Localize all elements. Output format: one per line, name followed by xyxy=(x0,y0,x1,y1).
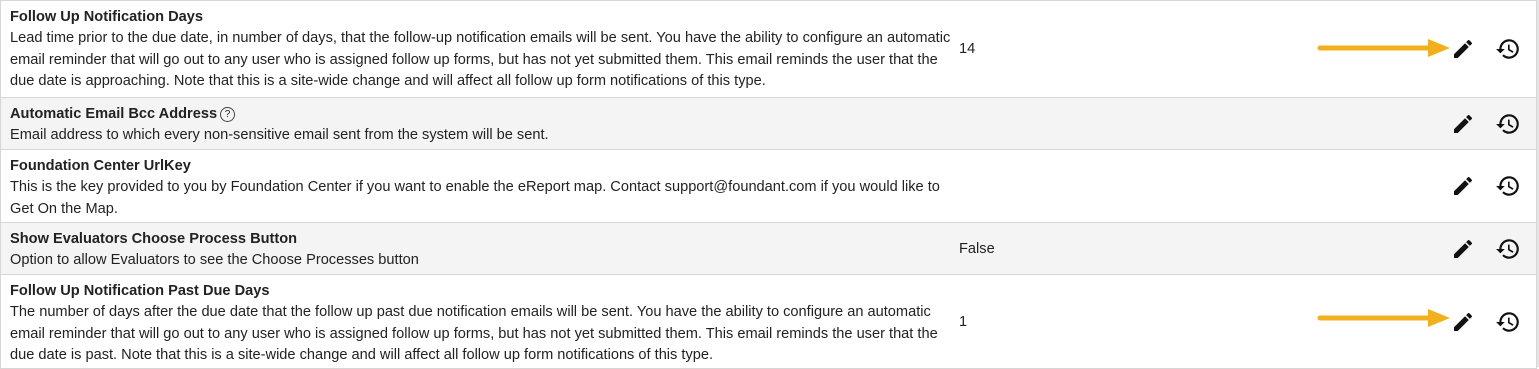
setting-row-foundation-center-urlkey: Foundation Center UrlKey This is the key… xyxy=(1,149,1536,222)
setting-description: The number of days after the due date th… xyxy=(10,304,938,363)
pencil-icon xyxy=(1454,39,1473,58)
pencil-icon xyxy=(1454,312,1473,331)
history-icon xyxy=(1496,39,1519,59)
history-icon xyxy=(1496,176,1519,196)
edit-button[interactable] xyxy=(1449,235,1477,263)
setting-title: Foundation Center UrlKey xyxy=(10,158,191,174)
history-button[interactable] xyxy=(1494,110,1522,138)
setting-row-show-evaluators-choose-process-button: Show Evaluators Choose Process Button Op… xyxy=(1,222,1536,274)
setting-description-cell: Foundation Center UrlKey This is the key… xyxy=(10,156,955,220)
setting-description-cell: Automatic Email Bcc Address ? Email addr… xyxy=(10,104,955,147)
history-icon xyxy=(1496,311,1519,332)
setting-description: Option to allow Evaluators to see the Ch… xyxy=(10,252,419,268)
edit-button[interactable] xyxy=(1449,308,1477,336)
setting-title: Follow Up Notification Days xyxy=(10,9,203,25)
pencil-icon xyxy=(1454,114,1473,133)
setting-value: 14 xyxy=(959,41,976,57)
setting-title: Follow Up Notification Past Due Days xyxy=(10,283,270,299)
setting-row-follow-up-notification-days: Follow Up Notification Days Lead time pr… xyxy=(1,0,1536,97)
setting-value: 1 xyxy=(959,313,968,330)
row-actions xyxy=(1449,35,1522,63)
setting-description-cell: Show Evaluators Choose Process Button Op… xyxy=(10,229,955,272)
row-actions xyxy=(1449,308,1522,336)
pencil-icon xyxy=(1454,239,1473,258)
setting-description: Email address to which every non-sensiti… xyxy=(10,127,549,143)
pencil-icon xyxy=(1454,176,1473,195)
history-icon xyxy=(1496,238,1519,259)
edit-button[interactable] xyxy=(1449,172,1477,200)
history-button[interactable] xyxy=(1494,172,1522,200)
setting-title: Automatic Email Bcc Address ? xyxy=(10,104,955,125)
help-circle-icon[interactable]: ? xyxy=(220,107,236,122)
row-actions xyxy=(1449,172,1522,200)
history-button[interactable] xyxy=(1494,308,1522,336)
setting-row-automatic-email-bcc-address: Automatic Email Bcc Address ? Email addr… xyxy=(1,97,1536,149)
setting-description-cell: Follow Up Notification Days Lead time pr… xyxy=(10,7,955,93)
settings-table: Follow Up Notification Days Lead time pr… xyxy=(0,0,1537,369)
setting-value: False xyxy=(959,240,995,257)
row-actions xyxy=(1449,235,1522,263)
setting-title: Show Evaluators Choose Process Button xyxy=(10,231,298,247)
annotation-arrow-icon xyxy=(1317,39,1450,57)
edit-button[interactable] xyxy=(1449,35,1477,63)
setting-title-text: Automatic Email Bcc Address xyxy=(10,106,218,122)
setting-row-follow-up-notification-past-due-days: Follow Up Notification Past Due Days The… xyxy=(1,274,1536,368)
history-button[interactable] xyxy=(1494,235,1522,263)
history-icon xyxy=(1496,113,1519,134)
annotation-arrow-icon xyxy=(1317,309,1450,327)
setting-description: Lead time prior to the due date, in numb… xyxy=(10,30,951,89)
edit-button[interactable] xyxy=(1449,110,1477,138)
setting-description: This is the key provided to you by Found… xyxy=(10,179,940,217)
history-button[interactable] xyxy=(1494,35,1522,63)
setting-description-cell: Follow Up Notification Past Due Days The… xyxy=(10,281,955,367)
row-actions xyxy=(1449,110,1522,138)
